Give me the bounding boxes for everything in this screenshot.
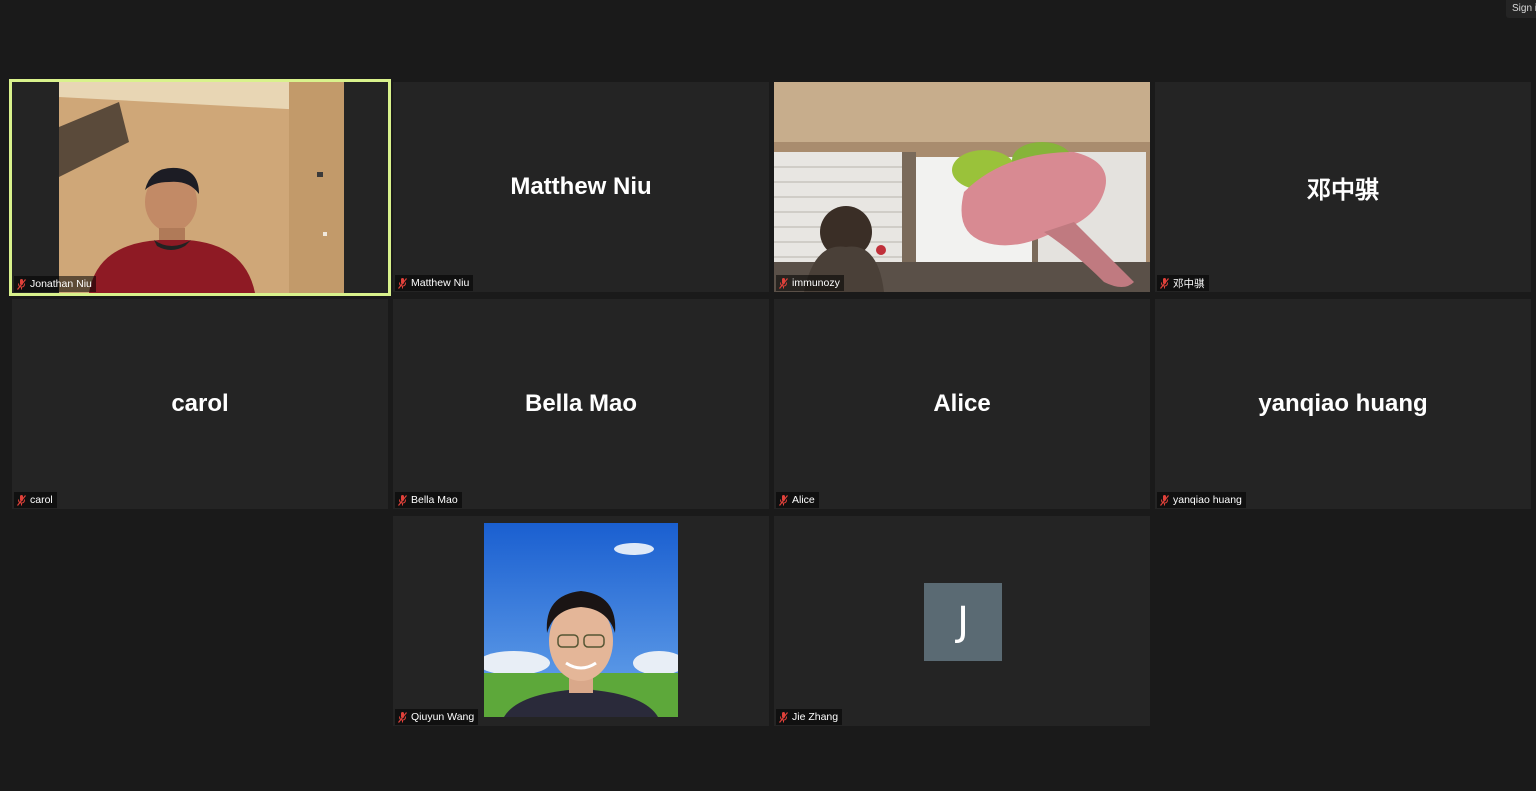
mic-muted-icon: [17, 494, 26, 506]
mic-muted-icon: [779, 277, 788, 289]
participant-display-name: carol: [171, 390, 229, 417]
participant-name-label: Jie Zhang: [776, 709, 843, 725]
participant-name: 邓中骐: [1173, 277, 1205, 290]
participant-tile-alice[interactable]: Alice Alice: [774, 299, 1150, 509]
participant-name: immunozy: [792, 277, 840, 289]
participant-name: carol: [30, 494, 53, 506]
participant-name: Qiuyun Wang: [411, 711, 475, 723]
participant-display-name: Alice: [933, 390, 991, 417]
participant-name-label: 邓中骐: [1157, 275, 1209, 291]
participant-video: [774, 82, 1150, 292]
participant-tile-carol[interactable]: carol carol: [12, 299, 388, 509]
participant-display-name: Matthew Niu: [510, 173, 652, 200]
participant-name-label: Jonathan Niu: [14, 276, 96, 292]
participant-name-label: carol: [14, 492, 57, 508]
participant-name-label: Bella Mao: [395, 492, 462, 508]
participant-tile-bella-mao[interactable]: Bella Mao Bella Mao: [393, 299, 769, 509]
mic-muted-icon: [779, 494, 788, 506]
participant-tile-yanqiao-huang[interactable]: yanqiao huang yanqiao huang: [1155, 299, 1531, 509]
participant-name: Alice: [792, 494, 815, 506]
avatar: J: [924, 583, 1002, 661]
participant-tile-deng-zhongqi[interactable]: 邓中骐 邓中骐: [1155, 82, 1531, 292]
participant-name: Matthew Niu: [411, 277, 470, 289]
mic-muted-icon: [1160, 277, 1169, 289]
participant-name-label: immunozy: [776, 275, 844, 291]
participant-name-label: Qiuyun Wang: [395, 709, 479, 725]
participant-name: Jonathan Niu: [30, 278, 92, 290]
participant-name-label: yanqiao huang: [1157, 492, 1246, 508]
participant-tile-jie-zhang[interactable]: J Jie Zhang: [774, 516, 1150, 726]
participant-display-name: 邓中骐: [1307, 175, 1379, 204]
sign-in-button[interactable]: Sign in: [1506, 0, 1536, 18]
participant-video: [59, 82, 344, 293]
mic-muted-icon: [398, 494, 407, 506]
participant-tile-jonathan-niu[interactable]: Jonathan Niu: [9, 79, 391, 296]
participant-tile-immunozy[interactable]: immunozy: [774, 82, 1150, 292]
mic-muted-icon: [17, 278, 26, 290]
participant-tile-qiuyun-wang[interactable]: Qiuyun Wang: [393, 516, 769, 726]
mic-muted-icon: [398, 277, 407, 289]
participant-name: yanqiao huang: [1173, 494, 1242, 506]
participant-tile-matthew-niu[interactable]: Matthew Niu Matthew Niu: [393, 82, 769, 292]
mic-muted-icon: [779, 711, 788, 723]
mic-muted-icon: [1160, 494, 1169, 506]
participant-name-label: Matthew Niu: [395, 275, 474, 291]
participant-name-label: Alice: [776, 492, 819, 508]
participant-name: Bella Mao: [411, 494, 458, 506]
zoom-gallery-view: Sign in J: [0, 0, 1536, 791]
participant-name: Jie Zhang: [792, 711, 839, 723]
participant-video: [484, 523, 678, 717]
mic-muted-icon: [398, 711, 407, 723]
participant-display-name: yanqiao huang: [1258, 390, 1428, 417]
participant-display-name: Bella Mao: [524, 390, 638, 417]
